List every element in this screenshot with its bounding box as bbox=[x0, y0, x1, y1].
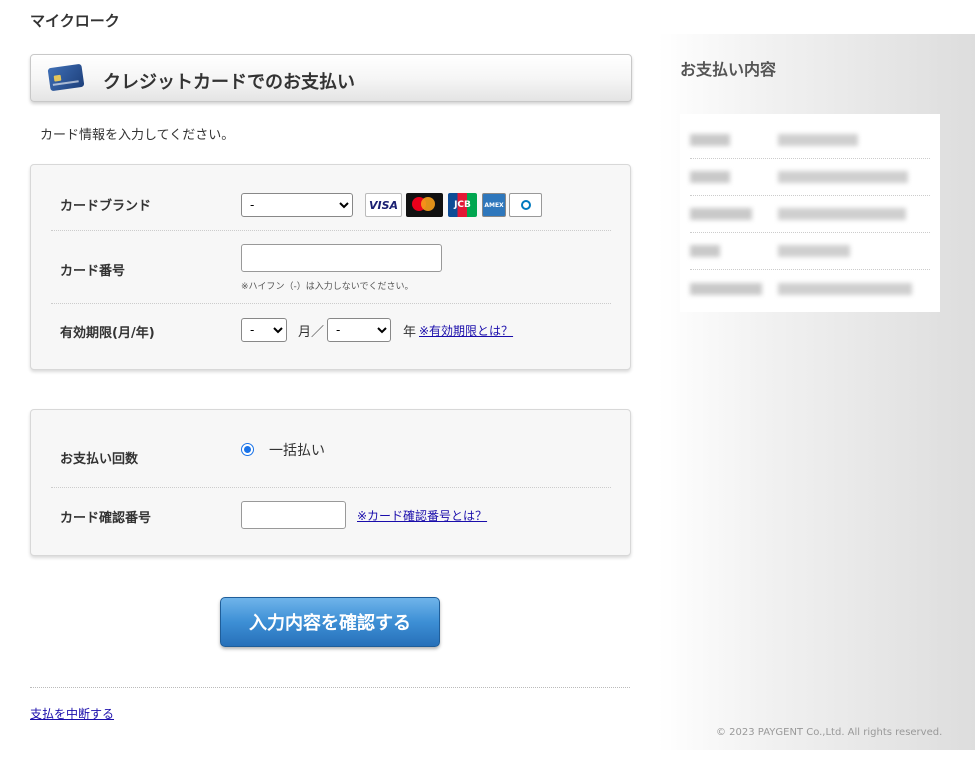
instruction-text: カード情報を入力してください。 bbox=[40, 128, 235, 143]
expiry-help-link[interactable]: ※有効期限とは？ bbox=[419, 322, 513, 339]
card-brand-label: カードブランド bbox=[60, 199, 152, 214]
summary-row bbox=[690, 233, 930, 270]
year-suffix: 年 bbox=[403, 325, 417, 340]
payment-summary-panel: お支払い内容 © 2023 PAYGENT Co.,Ltd. All right… bbox=[658, 34, 975, 750]
card-number-label: カード番号 bbox=[60, 264, 126, 279]
lump-sum-label: 一括払い bbox=[269, 443, 325, 459]
confirm-button[interactable]: 入力内容を確認する bbox=[220, 597, 440, 647]
cvv-label: カード確認番号 bbox=[60, 511, 152, 526]
cvv-row: カード確認番号 ※カード確認番号とは？ bbox=[51, 488, 611, 556]
payment-options-panel: お支払い回数 一括払い カード確認番号 ※カード確認番号とは？ bbox=[30, 409, 631, 556]
card-info-panel: カードブランド - VISA JCB AMEX カード番号 ※ハイフン（-）は入… bbox=[30, 164, 631, 370]
page-title: クレジットカードでのお支払い bbox=[103, 72, 355, 93]
visa-logo-icon: VISA bbox=[365, 193, 402, 217]
credit-card-icon bbox=[47, 63, 85, 92]
cvv-input[interactable] bbox=[241, 501, 346, 529]
divider bbox=[30, 687, 630, 688]
expiry-row: 有効期限(月/年) - 月／ - 年 ※有効期限とは？ bbox=[51, 304, 611, 370]
summary-title: お支払い内容 bbox=[680, 60, 777, 79]
card-brand-row: カードブランド - VISA JCB AMEX bbox=[51, 165, 611, 231]
summary-row bbox=[690, 159, 930, 196]
expiry-label: 有効期限(月/年) bbox=[60, 326, 155, 341]
expiry-year-select[interactable]: - bbox=[327, 318, 391, 342]
copyright-text: © 2023 PAYGENT Co.,Ltd. All rights reser… bbox=[716, 727, 943, 738]
card-number-input[interactable] bbox=[241, 244, 442, 272]
diners-club-logo-icon bbox=[509, 193, 542, 217]
lump-sum-radio[interactable] bbox=[241, 443, 254, 456]
month-suffix: 月／ bbox=[298, 325, 325, 340]
card-number-note: ※ハイフン（-）は入力しないでください。 bbox=[241, 282, 414, 292]
amex-logo-icon: AMEX bbox=[482, 193, 506, 217]
installments-row: お支払い回数 一括払い bbox=[51, 410, 611, 488]
cancel-payment-link[interactable]: 支払を中断する bbox=[30, 705, 114, 722]
site-title: マイクローク bbox=[30, 12, 120, 30]
payment-method-header: クレジットカードでのお支払い bbox=[30, 54, 632, 102]
summary-row bbox=[690, 196, 930, 233]
installments-label: お支払い回数 bbox=[60, 452, 139, 467]
card-brand-select[interactable]: - bbox=[241, 193, 353, 217]
cvv-help-link[interactable]: ※カード確認番号とは？ bbox=[357, 507, 487, 524]
card-number-row: カード番号 ※ハイフン（-）は入力しないでください。 bbox=[51, 231, 611, 304]
expiry-month-select[interactable]: - bbox=[241, 318, 287, 342]
jcb-logo-icon: JCB bbox=[448, 193, 477, 217]
mastercard-logo-icon bbox=[406, 193, 443, 217]
summary-row bbox=[690, 122, 930, 159]
summary-details-box bbox=[680, 114, 940, 312]
summary-row bbox=[690, 270, 930, 307]
